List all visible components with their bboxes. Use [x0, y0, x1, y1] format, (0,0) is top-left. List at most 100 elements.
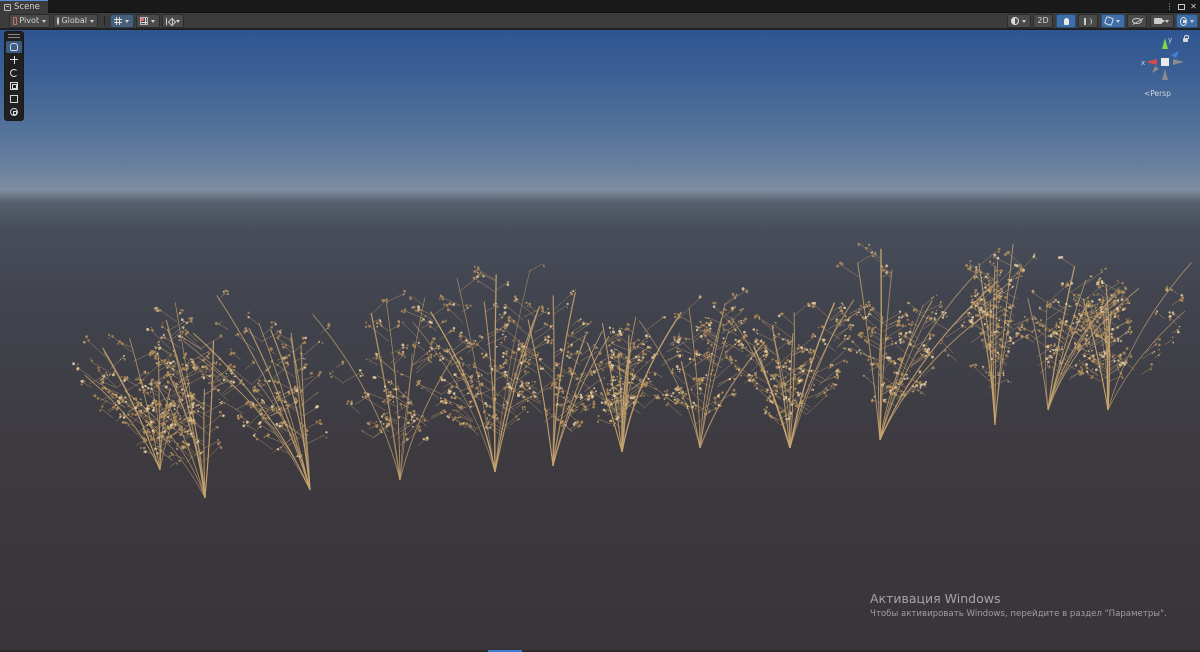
weed-seed [204, 370, 207, 373]
weed-seed [663, 398, 666, 400]
weed-seed [523, 370, 527, 373]
weed-seed [690, 388, 693, 391]
weed-seed [170, 399, 173, 401]
weed-seed [842, 359, 846, 362]
dry-weed-1[interactable] [72, 302, 234, 499]
weed-seed [527, 371, 530, 374]
weed-twig [850, 347, 868, 357]
weed-seed [181, 331, 184, 334]
weed-seed [249, 400, 252, 403]
weed-seed [1126, 302, 1129, 305]
weed-seed [412, 425, 414, 428]
weed-seed [177, 412, 180, 415]
weed-seed [620, 334, 623, 336]
weed-seed [785, 412, 788, 415]
weed-seed [805, 348, 809, 351]
weed-twig [571, 318, 580, 327]
weed-seed [678, 370, 681, 373]
weed-seed [486, 417, 489, 419]
weed-seed [172, 426, 175, 430]
weed-seed [1056, 346, 1059, 349]
weed-seed [566, 350, 570, 354]
weed-seed [680, 391, 683, 395]
weed-seed [183, 430, 187, 434]
weed-seed [197, 403, 200, 407]
weed-seed [968, 265, 972, 269]
dry-weed-6[interactable] [566, 294, 702, 453]
weed-twig [417, 438, 426, 446]
weed-seed [380, 356, 383, 359]
weed-seed [645, 361, 648, 363]
weed-twig [100, 408, 114, 419]
weed-seed [476, 271, 479, 274]
weed-seed [998, 319, 1001, 322]
weed-seed [499, 313, 501, 316]
weed-seed [1007, 329, 1010, 332]
weed-seed [839, 306, 842, 308]
weed-seed [318, 370, 322, 374]
weed-seed [410, 414, 413, 417]
weed-seed [734, 338, 737, 341]
weed-seed [437, 347, 440, 350]
dry-weed-4[interactable] [397, 263, 550, 473]
weed-seed [969, 259, 972, 263]
dry-weed-5[interactable] [512, 289, 624, 467]
weed-twig [1141, 366, 1153, 375]
weed-seed [1076, 322, 1078, 324]
weed-seed [628, 381, 631, 384]
weed-seed [1099, 311, 1102, 313]
weed-seed [207, 351, 209, 353]
weed-seed [732, 393, 736, 397]
weed-seed [839, 261, 843, 265]
weed-seed [552, 366, 556, 370]
weed-seed [701, 338, 704, 341]
weed-seed [148, 421, 151, 424]
weed-seed [755, 329, 759, 332]
weed-seed [593, 391, 595, 394]
weed-seed [852, 324, 855, 327]
weed-seed [969, 306, 972, 309]
weed-seed [510, 356, 513, 358]
weed-seed [141, 385, 145, 389]
weed-seed [697, 354, 700, 357]
weed-seed [450, 412, 452, 414]
weed-twig [167, 321, 186, 331]
weed-seed [823, 391, 827, 395]
dry-weed-9[interactable] [836, 242, 1015, 441]
weed-seed [655, 388, 658, 390]
weed-seed [841, 303, 845, 306]
dry-weed-8[interactable] [711, 299, 869, 449]
weed-twig [719, 344, 726, 350]
weed-seed [202, 375, 205, 378]
weed-seed [1176, 328, 1179, 332]
dry-weed-10[interactable] [967, 243, 1038, 426]
weed-twig [184, 333, 202, 350]
weed-seed [1039, 319, 1043, 322]
weed-seed [512, 387, 516, 391]
weed-seed [1113, 359, 1116, 363]
weed-seed [756, 343, 759, 346]
weed-seed [761, 341, 765, 345]
weed-seed [402, 294, 405, 296]
weed-seed [699, 326, 702, 329]
weed-seed [172, 399, 175, 402]
weed-seed [514, 415, 518, 418]
weed-seed [449, 390, 452, 393]
weed-seed [372, 357, 375, 360]
dry-weed-3[interactable] [312, 289, 473, 481]
weed-seed [517, 394, 520, 398]
weed-seed [232, 380, 236, 384]
weed-seed [918, 370, 922, 374]
weed-seed [567, 334, 570, 337]
weed-seed [973, 275, 976, 278]
weed-seed [220, 321, 222, 323]
dry-weed-7[interactable] [632, 287, 769, 449]
weed-seed [756, 333, 759, 335]
weed-seed [765, 389, 768, 392]
weed-seed [298, 455, 301, 458]
weed-seed [443, 398, 447, 401]
weed-seed [786, 359, 789, 362]
weed-seed [365, 358, 368, 361]
weed-seed [189, 395, 192, 398]
weed-seed [169, 361, 173, 365]
